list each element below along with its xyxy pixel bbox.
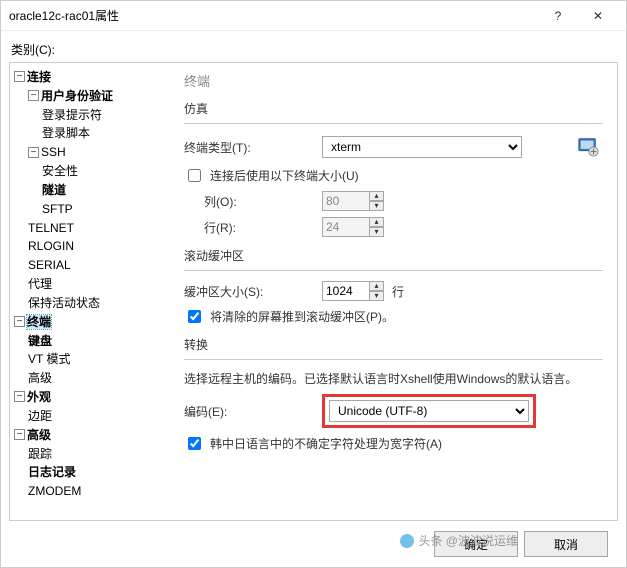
cjk-wide-label: 韩中日语言中的不确定字符处理为宽字符(A) (210, 435, 442, 452)
divider (184, 359, 603, 360)
tree-security[interactable]: 安全性 (42, 164, 78, 178)
tree-sftp[interactable]: SFTP (42, 202, 73, 216)
collapse-icon[interactable]: − (14, 429, 25, 440)
tree-terminal[interactable]: 终端 (27, 315, 51, 329)
tree-login-script[interactable]: 登录脚本 (42, 126, 90, 140)
help-button[interactable]: ? (538, 1, 578, 31)
encoding-label: 编码(E): (184, 403, 314, 420)
tree-rlogin[interactable]: RLOGIN (28, 239, 74, 253)
tree-login-prompt[interactable]: 登录提示符 (42, 107, 102, 121)
chevron-down-icon[interactable]: ▾ (369, 201, 384, 211)
rows-spinner[interactable]: ▴▾ (322, 217, 384, 237)
cancel-button[interactable]: 取消 (524, 531, 608, 557)
collapse-icon[interactable]: − (14, 71, 25, 82)
chevron-up-icon[interactable]: ▴ (369, 217, 384, 227)
avatar-icon (400, 534, 414, 548)
dialog-body: 类别(C): −连接 −用户身份验证 登录提示符 登录脚本 −SSH (1, 31, 626, 567)
tree-advanced-term[interactable]: 高级 (28, 371, 52, 385)
chevron-down-icon[interactable]: ▾ (369, 291, 384, 301)
collapse-icon[interactable]: − (28, 90, 39, 101)
tree-vtmode[interactable]: VT 模式 (28, 352, 70, 366)
buffer-input[interactable] (322, 281, 370, 301)
encoding-highlight: Unicode (UTF-8) (322, 394, 536, 428)
use-size-checkbox[interactable] (188, 169, 201, 182)
buffer-unit: 行 (392, 283, 404, 300)
category-label: 类别(C): (11, 41, 618, 58)
encoding-select[interactable]: Unicode (UTF-8) (329, 400, 529, 422)
tree-zmodem[interactable]: ZMODEM (28, 484, 81, 498)
rows-input (322, 217, 370, 237)
translate-title: 转换 (184, 336, 603, 353)
tree-keyboard[interactable]: 键盘 (28, 333, 52, 347)
collapse-icon[interactable]: − (28, 147, 39, 158)
tree-auth[interactable]: 用户身份验证 (41, 89, 113, 103)
chevron-down-icon[interactable]: ▾ (369, 227, 384, 237)
tree-tunnel[interactable]: 隧道 (42, 183, 66, 197)
tree-keepalive[interactable]: 保持活动状态 (28, 296, 100, 310)
tree-logging[interactable]: 日志记录 (28, 465, 76, 479)
terminal-type-label: 终端类型(T): (184, 139, 314, 156)
content-pane: 终端 仿真 终端类型(T): xterm 连接后使用以下终端大小(U) (170, 63, 617, 520)
page-heading: 终端 (184, 71, 603, 90)
tree-margin[interactable]: 边距 (28, 409, 52, 423)
properties-dialog: oracle12c-rac01属性 ? ✕ 类别(C): −连接 −用户身份验证… (0, 0, 627, 568)
divider (184, 123, 603, 124)
tree-connection[interactable]: 连接 (27, 70, 51, 84)
tree-appearance[interactable]: 外观 (27, 390, 51, 404)
dialog-title: oracle12c-rac01属性 (9, 7, 538, 24)
rows-label: 行(R): (204, 219, 314, 236)
chevron-up-icon[interactable]: ▴ (369, 281, 384, 291)
tree-proxy[interactable]: 代理 (28, 277, 52, 291)
emulation-title: 仿真 (184, 100, 603, 117)
tree-serial[interactable]: SERIAL (28, 258, 71, 272)
close-button[interactable]: ✕ (578, 1, 618, 31)
cols-input (322, 191, 370, 211)
divider (184, 270, 603, 271)
cols-label: 列(O): (204, 193, 314, 210)
cols-spinner[interactable]: ▴▾ (322, 191, 384, 211)
cjk-wide-checkbox[interactable] (188, 437, 201, 450)
translate-desc: 选择远程主机的编码。已选择默认语言时Xshell使用Windows的默认语言。 (184, 370, 603, 388)
watermark: 头条 @波波说运维 (400, 532, 518, 549)
collapse-icon[interactable]: − (14, 391, 25, 402)
push-cleared-checkbox[interactable] (188, 310, 201, 323)
collapse-icon[interactable]: − (14, 316, 25, 327)
tree-telnet[interactable]: TELNET (28, 220, 74, 234)
tree-advanced[interactable]: 高级 (27, 428, 51, 442)
buffer-spinner[interactable]: ▴▾ (322, 281, 384, 301)
terminal-type-select[interactable]: xterm (322, 136, 522, 158)
tree-trace[interactable]: 跟踪 (28, 446, 52, 460)
scroll-title: 滚动缓冲区 (184, 247, 603, 264)
main-area: −连接 −用户身份验证 登录提示符 登录脚本 −SSH 安全性 (9, 62, 618, 521)
category-tree[interactable]: −连接 −用户身份验证 登录提示符 登录脚本 −SSH 安全性 (10, 63, 170, 520)
footer: 头条 @波波说运维 确定 取消 (9, 521, 618, 567)
tree-ssh[interactable]: SSH (41, 145, 66, 159)
buffer-label: 缓冲区大小(S): (184, 283, 314, 300)
chevron-up-icon[interactable]: ▴ (369, 191, 384, 201)
use-size-label: 连接后使用以下终端大小(U) (210, 167, 359, 184)
titlebar: oracle12c-rac01属性 ? ✕ (1, 1, 626, 31)
push-cleared-label: 将清除的屏幕推到滚动缓冲区(P)。 (210, 308, 394, 325)
terminal-settings-icon[interactable] (573, 134, 603, 160)
